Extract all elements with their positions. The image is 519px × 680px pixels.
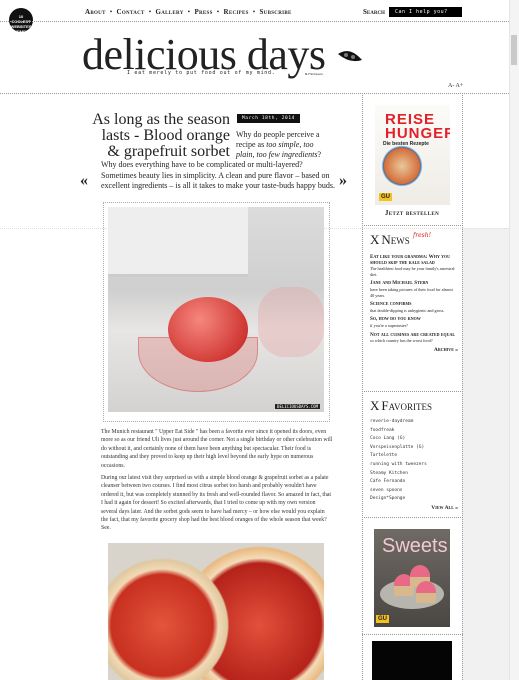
sidebar-ad-image[interactable] xyxy=(372,641,452,680)
favorite-link[interactable]: reverie-daydream xyxy=(370,418,458,427)
photo-glass-bowl xyxy=(258,287,324,357)
favorite-link[interactable]: Cafe Fernando xyxy=(370,478,458,487)
fresh-badge: fresh! xyxy=(413,232,432,239)
book-title: REISE HUNGER xyxy=(385,111,450,142)
page-gutter xyxy=(462,228,509,680)
nav-subscribe[interactable]: Subscribe xyxy=(259,8,291,16)
main-nav: About • Contact • Gallery • Press • Recipes •… xyxy=(85,8,292,16)
scrollbar[interactable] xyxy=(509,0,519,680)
post-paragraph: During our latest visit they surprised u… xyxy=(101,475,332,532)
news-heading: X News fresh! xyxy=(370,232,431,248)
font-size-toggle[interactable]: A- A+ xyxy=(448,83,463,89)
news-item[interactable]: Eat like your grandma: Why you should sk… xyxy=(370,254,458,277)
news-item-text: so which country has the worst food? xyxy=(370,338,433,344)
nav-gallery[interactable]: Gallery xyxy=(155,8,183,16)
blood-orange-photo[interactable] xyxy=(108,543,324,680)
award-badge[interactable]: 10 COOLEST WEBSITES TIME xyxy=(9,8,33,34)
tagline: I eat merely to put food out of my mind. xyxy=(127,70,276,76)
nav-separator: • xyxy=(216,8,220,16)
x-mark-icon: X xyxy=(370,232,380,247)
search-input[interactable]: Can I help you? xyxy=(389,7,462,17)
favorite-link[interactable]: Coco Lang (G) xyxy=(370,435,458,444)
post-teaser-continued: Why does everything have to be complicat… xyxy=(101,160,335,190)
news-item-head[interactable]: Eat like your grandma: Why you should sk… xyxy=(370,254,458,266)
order-book-link[interactable]: Jetzt bestellen xyxy=(362,209,462,217)
favorites-title: Favorites xyxy=(381,398,432,413)
news-item-text: have been taking pictures of their food … xyxy=(370,286,453,298)
favorite-link[interactable]: Tartelette xyxy=(370,452,458,461)
book-cover-reisehunger[interactable]: REISE HUNGER Die besten Rezepte GU xyxy=(375,105,450,205)
nav-about[interactable]: About xyxy=(85,8,106,16)
favorite-link[interactable]: Design*Sponge xyxy=(370,495,458,504)
sweets-title: Sweets xyxy=(382,535,448,557)
publisher-logo: GU xyxy=(376,615,389,623)
post-paragraph: The Munich restaurant " Upper Eat Side "… xyxy=(101,429,333,469)
scrollbar-thumb[interactable] xyxy=(511,35,517,65)
tagline-author: N.F.Simpson xyxy=(305,72,324,76)
divider xyxy=(0,93,509,94)
photo-watermark: DELICIOUSDAYS.COM xyxy=(275,404,320,409)
news-item-text: that double-dipping is unhygienic and gr… xyxy=(370,307,445,313)
prev-post-button[interactable]: « xyxy=(80,172,88,190)
photo-tray xyxy=(108,207,248,277)
favorite-link[interactable]: foodfreak xyxy=(370,427,458,436)
post-teaser: Why do people perceive a recipe as too s… xyxy=(236,130,332,160)
news-item[interactable]: Science confirms that double-dipping is u… xyxy=(370,302,458,313)
favorite-link[interactable]: Vorspeisenplatte (G) xyxy=(370,444,458,453)
news-item-text: The healthiest food may be your family's… xyxy=(370,266,455,277)
nav-press[interactable]: Press xyxy=(194,8,212,16)
favorites-heading: X Favorites xyxy=(370,398,432,414)
favorite-link[interactable]: running with tweezers xyxy=(370,461,458,470)
divider xyxy=(362,634,463,635)
nav-recipes[interactable]: Recipes xyxy=(224,8,249,16)
news-item[interactable]: Not all cuisines are created equal so whi… xyxy=(370,332,458,344)
cupcake xyxy=(416,581,436,603)
archive-link[interactable]: Archive » xyxy=(370,347,458,354)
nav-contact[interactable]: Contact xyxy=(117,8,145,16)
news-item[interactable]: Jane and Michael Stern have been taking p… xyxy=(370,281,458,298)
x-mark-icon: X xyxy=(370,398,380,413)
news-list: Eat like your grandma: Why you should sk… xyxy=(370,254,458,357)
search-label: Search xyxy=(363,8,385,16)
nav-separator: • xyxy=(109,8,113,16)
photo-sorbet-scoop xyxy=(168,297,248,362)
view-all-link[interactable]: View All » xyxy=(370,504,458,513)
divider xyxy=(362,391,463,392)
book-soup-image xyxy=(381,145,423,187)
publisher-logo: GU xyxy=(379,193,392,201)
book-cover-sweets[interactable]: Sweets GU xyxy=(374,529,450,627)
sorbet-photo[interactable]: DELICIOUSDAYS.COM xyxy=(108,207,324,412)
news-item[interactable]: So, how do you know if you're a supertast… xyxy=(370,317,458,328)
nav-separator: • xyxy=(148,8,152,16)
favorite-link[interactable]: Steamy Kitchen xyxy=(370,470,458,479)
news-title: News xyxy=(381,232,410,247)
nav-separator: • xyxy=(252,8,256,16)
teaser-text: ? xyxy=(317,150,322,159)
next-post-button[interactable]: » xyxy=(339,172,347,190)
news-item-text: if you're a supertaster? xyxy=(370,322,408,328)
divider xyxy=(362,225,463,226)
butterfly-icon xyxy=(338,51,362,62)
favorites-list: reverie-daydream foodfreak Coco Lang (G)… xyxy=(370,418,458,513)
divider xyxy=(362,517,463,518)
nav-separator: • xyxy=(187,8,191,16)
favorite-link[interactable]: seven spoons xyxy=(370,487,458,496)
divider xyxy=(0,21,509,22)
post-title[interactable]: As long as the season lasts - Blood oran… xyxy=(88,112,230,160)
post-date: March 18th, 2014 xyxy=(237,114,300,123)
